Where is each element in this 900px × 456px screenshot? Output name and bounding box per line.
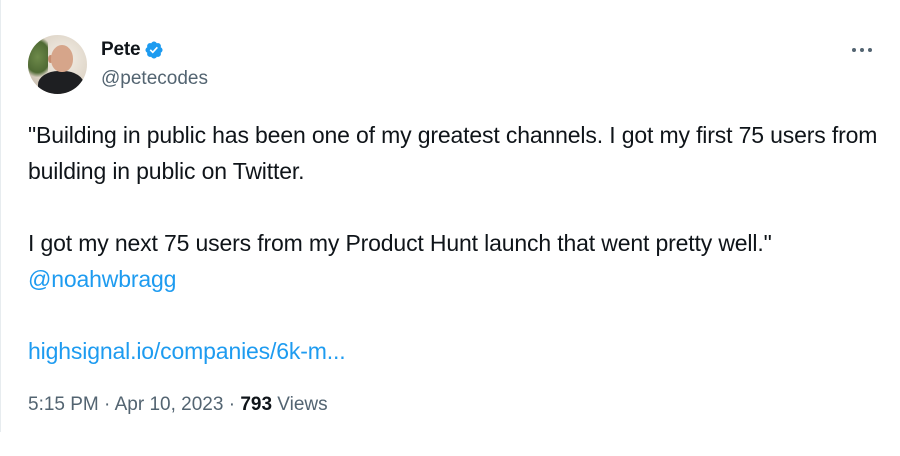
tweet-paragraph-1: "Building in public has been one of my g… (28, 122, 878, 184)
views-label: Views (277, 394, 328, 415)
tweet-date[interactable]: Apr 10, 2023 (115, 394, 224, 415)
tweet-meta: 5:15 PM · Apr 10, 2023 · 793 Views (28, 394, 328, 416)
tweet-text: "Building in public has been one of my g… (28, 117, 888, 369)
tweet-card: Pete @petecodes "Building in public has … (0, 0, 900, 456)
tweet-link-paragraph: highsignal.io/companies/6k-m... (28, 333, 888, 369)
tweet-paragraph-2-text: I got my next 75 users from my Product H… (28, 230, 772, 256)
more-options-button[interactable] (848, 40, 876, 60)
tweet-time[interactable]: 5:15 PM (28, 394, 99, 415)
author-name-row: Pete (101, 38, 164, 62)
mention-link[interactable]: @noahwbragg (28, 266, 176, 292)
meta-separator: · (104, 394, 111, 415)
avatar-head (51, 45, 73, 72)
avatar-background-plant (28, 37, 48, 77)
avatar-shirt (38, 71, 84, 94)
author-handle[interactable]: @petecodes (101, 68, 208, 90)
verified-badge-icon (145, 41, 163, 59)
meta-separator-2: · (228, 394, 236, 415)
avatar[interactable] (28, 35, 87, 94)
more-horizontal-icon (852, 48, 872, 52)
views-count: 793 (240, 394, 273, 415)
author-display-name[interactable]: Pete (101, 39, 141, 61)
external-link[interactable]: highsignal.io/companies/6k-m... (28, 338, 346, 364)
tweet-paragraph-2: I got my next 75 users from my Product H… (28, 225, 888, 297)
